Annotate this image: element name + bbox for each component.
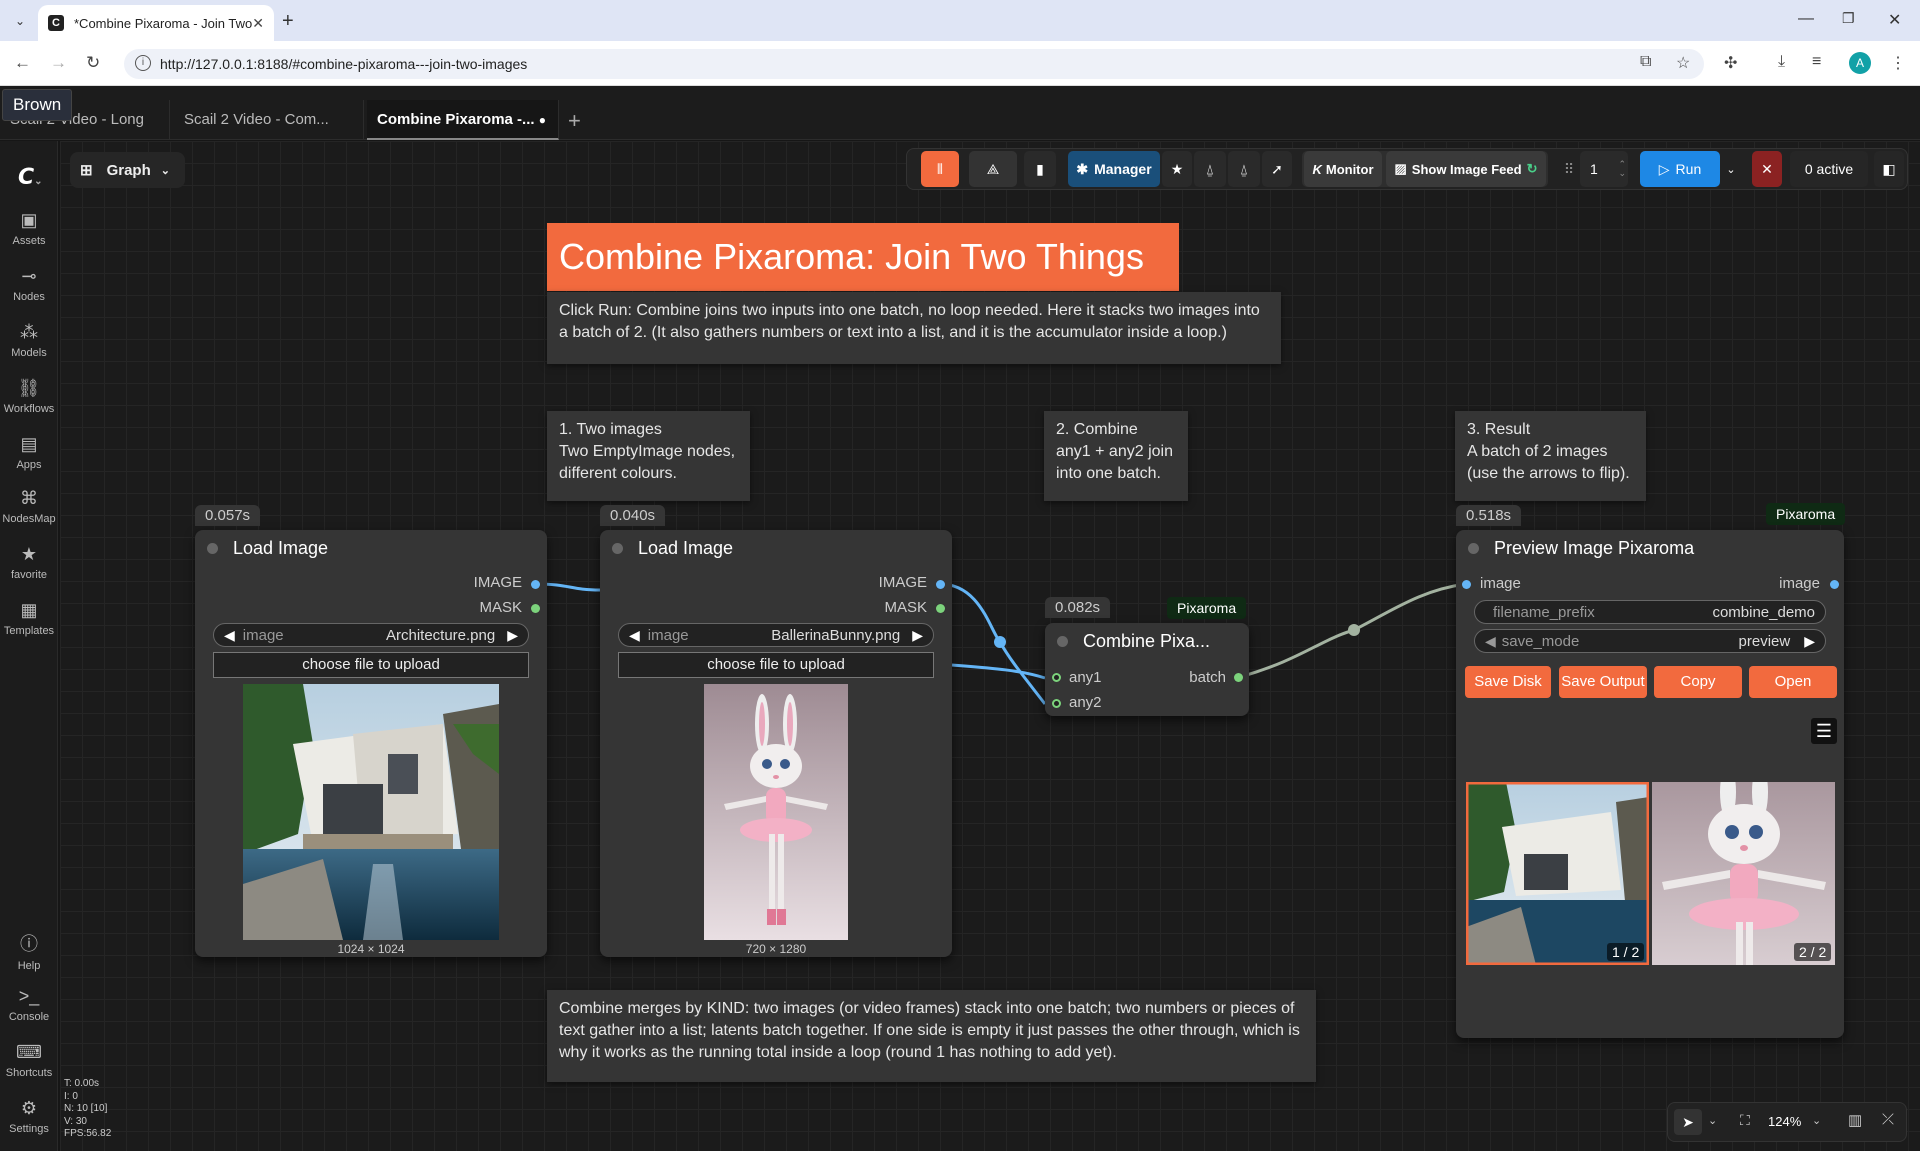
stat-line: I: 0: [64, 1090, 78, 1102]
stat-line: T: 0.00s: [64, 1078, 100, 1089]
batch-thumbnail-1[interactable]: [1466, 782, 1649, 965]
link-image-3: [951, 663, 1046, 680]
widget-label: image: [647, 626, 689, 644]
widget-label: save_mode: [1501, 632, 1580, 650]
batch-counter: 2 / 2: [1794, 943, 1832, 961]
zoom-chevron-down-icon[interactable]: ⌄: [1812, 1114, 1821, 1127]
input-any1-slot[interactable]: [1052, 673, 1061, 682]
save-disk-button[interactable]: Save Disk: [1465, 666, 1551, 698]
node-title[interactable]: Load Image: [600, 530, 952, 566]
hide-links-icon[interactable]: ⤫: [1882, 1111, 1894, 1128]
stats-readout: T: 0.00s I: 0 N: 10 [10] V: 30 FPS:56.82: [64, 1078, 111, 1141]
architecture-preview-image: [243, 684, 499, 940]
stat-line: N: 10 [10]: [64, 1103, 108, 1114]
step2-note[interactable]: 2. Combine any1 + any2 join into one batch…: [1044, 411, 1188, 501]
note-line: A batch of 2 images: [1467, 443, 1608, 460]
image-dimensions: 720 × 1280: [745, 942, 807, 956]
input-image-slot[interactable]: [1462, 580, 1471, 589]
fit-view-icon[interactable]: ⛶: [1740, 1112, 1750, 1129]
link-image-2: [939, 582, 1047, 705]
bottom-note[interactable]: Combine merges by KIND: two images (or v…: [547, 990, 1316, 1082]
note-line: Two EmptyImage nodes,: [559, 443, 736, 460]
filename-prefix-widget[interactable]: filename_prefix combine_demo: [1474, 600, 1826, 624]
output-image-slot[interactable]: [1830, 580, 1839, 589]
output-mask-label: MASK: [884, 599, 927, 616]
output-mask-slot[interactable]: [531, 604, 540, 613]
output-mask-label: MASK: [479, 599, 522, 616]
execution-time: 0.082s: [1045, 597, 1111, 618]
menu-icon[interactable]: ☰: [1811, 718, 1837, 744]
save-output-button[interactable]: Save Output: [1559, 666, 1647, 698]
link-midpoint[interactable]: [1348, 624, 1360, 636]
open-button[interactable]: Open: [1749, 666, 1837, 698]
link-midpoint[interactable]: [994, 636, 1006, 648]
arrow-right-icon[interactable]: ▶: [507, 627, 518, 644]
execution-time: 0.040s: [600, 505, 666, 526]
input-image-label: image: [1480, 575, 1521, 592]
select-tool-icon[interactable]: ➤: [1674, 1109, 1702, 1135]
node-title[interactable]: Combine Pixa...: [1045, 623, 1249, 659]
batch-counter: 1 / 2: [1607, 943, 1645, 961]
arrow-left-icon[interactable]: ◀: [1485, 633, 1496, 650]
output-mask-slot[interactable]: [936, 604, 945, 613]
image-combo-widget[interactable]: ◀ image BallerinaBunny.png ▶: [618, 623, 934, 647]
pixaroma-tag: Pixaroma: [1766, 503, 1846, 525]
step1-note[interactable]: 1. Two images Two EmptyImage nodes, differ…: [547, 411, 750, 501]
output-image-label: image: [1779, 575, 1820, 592]
input-any2-slot[interactable]: [1052, 699, 1061, 708]
batch-thumbnail-2[interactable]: [1652, 782, 1835, 965]
arrow-right-icon[interactable]: ▶: [912, 627, 923, 644]
note-line: 2. Combine: [1056, 421, 1138, 438]
note-line: different colours.: [559, 465, 677, 482]
widget-value: Architecture.png: [385, 626, 496, 644]
widget-label: image: [242, 626, 284, 644]
note-line: (use the arrows to flip).: [1467, 465, 1630, 482]
stat-line: FPS:56.82: [64, 1128, 112, 1139]
note-line: into one batch.: [1056, 465, 1161, 482]
upload-button[interactable]: choose file to upload: [618, 652, 934, 678]
intro-note[interactable]: Click Run: Combine joins two inputs into…: [547, 292, 1281, 364]
image-combo-widget[interactable]: ◀ image Architecture.png ▶: [213, 623, 529, 647]
pixaroma-tag: Pixaroma: [1167, 597, 1247, 619]
title-note[interactable]: Combine Pixaroma: Join Two Things: [547, 223, 1179, 291]
output-image-slot[interactable]: [936, 580, 945, 589]
output-image-label: IMAGE: [878, 574, 927, 591]
note-line: any1 + any2 join: [1056, 443, 1173, 460]
step3-note[interactable]: 3. Result A batch of 2 images (use the arr…: [1455, 411, 1646, 501]
widget-label: filename_prefix: [1493, 603, 1595, 621]
widget-value: BallerinaBunny.png: [771, 626, 901, 644]
ballerina-bunny-preview-image: [704, 684, 848, 940]
execution-time: 0.518s: [1456, 505, 1522, 526]
node-title[interactable]: Load Image: [195, 530, 547, 566]
note-line: 1. Two images: [559, 421, 662, 438]
widget-value: combine_demo: [1712, 603, 1815, 621]
stat-line: V: 30: [64, 1115, 87, 1127]
output-batch-slot[interactable]: [1234, 673, 1243, 682]
input-any1-label: any1: [1069, 669, 1102, 686]
arrow-left-icon[interactable]: ◀: [629, 627, 640, 644]
upload-button[interactable]: choose file to upload: [213, 652, 529, 678]
minimap-icon[interactable]: ▥: [1848, 1111, 1862, 1129]
tool-chevron-down-icon[interactable]: ⌄: [1708, 1114, 1717, 1127]
zoom-level[interactable]: 124%: [1768, 1114, 1801, 1129]
arrow-right-icon[interactable]: ▶: [1804, 633, 1815, 650]
output-image-slot[interactable]: [531, 580, 540, 589]
arrow-left-icon[interactable]: ◀: [224, 627, 235, 644]
copy-button[interactable]: Copy: [1654, 666, 1742, 698]
node-title[interactable]: Preview Image Pixaroma: [1456, 530, 1844, 566]
execution-time: 0.057s: [195, 505, 261, 526]
save-mode-widget[interactable]: ◀ save_mode preview ▶: [1474, 629, 1826, 653]
output-batch-label: batch: [1189, 669, 1226, 686]
note-line: 3. Result: [1467, 421, 1531, 438]
output-image-label: IMAGE: [473, 574, 522, 591]
widget-value: preview: [1738, 632, 1791, 650]
input-any2-label: any2: [1069, 694, 1102, 711]
image-dimensions: 1024 × 1024: [337, 942, 405, 956]
